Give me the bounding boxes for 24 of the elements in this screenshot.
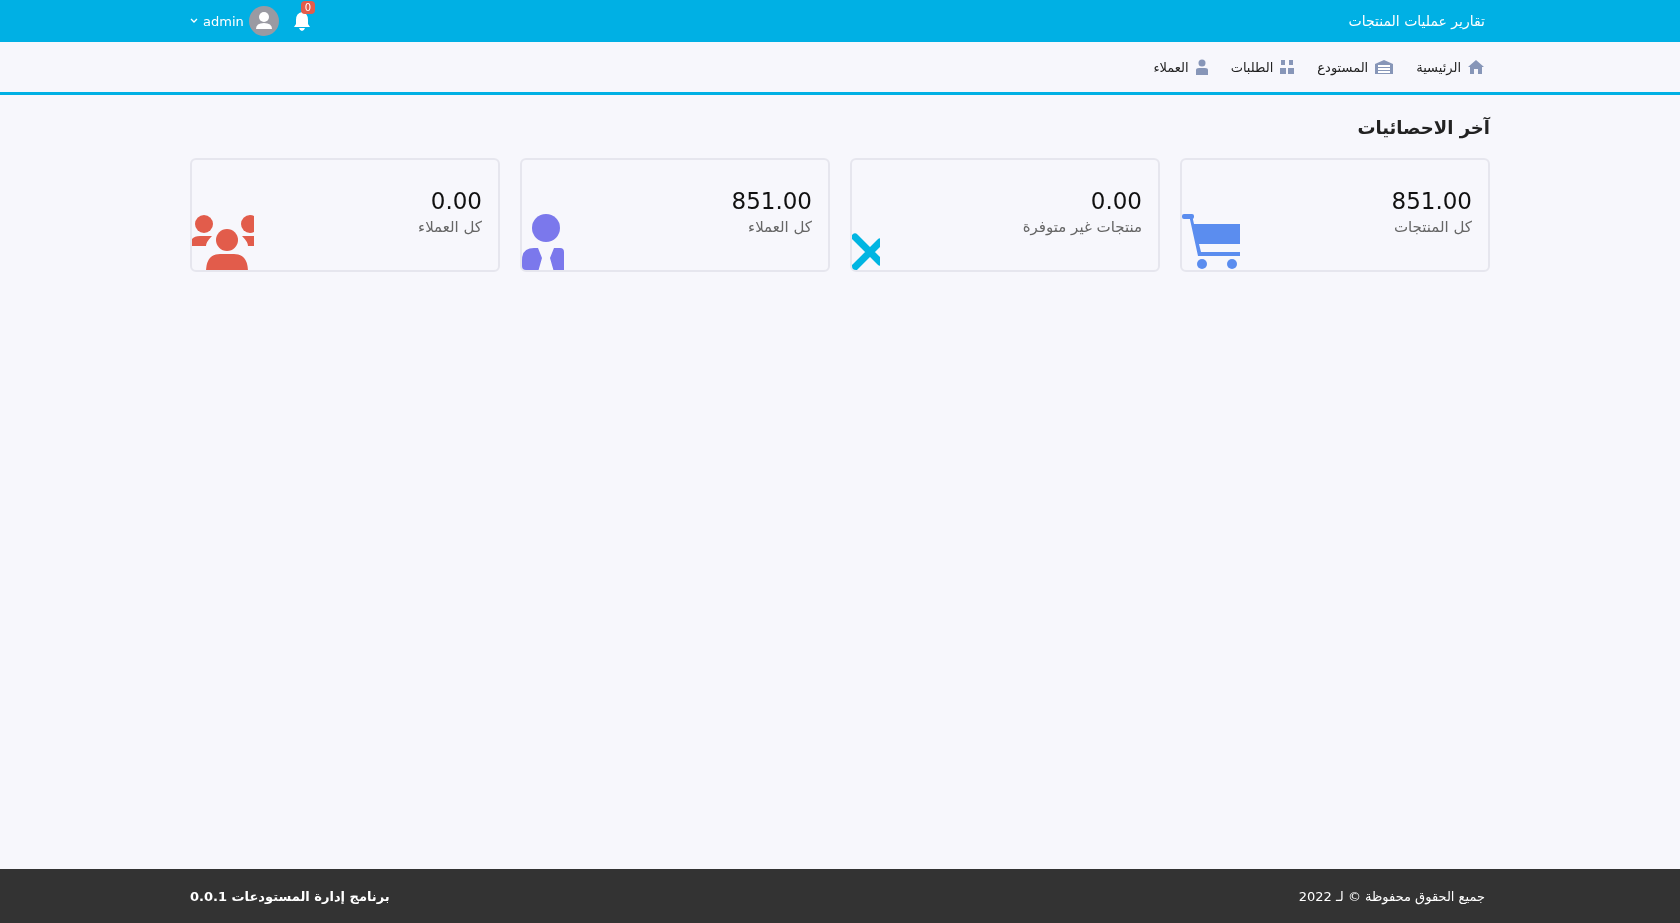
stat-label: كل المنتجات xyxy=(1392,218,1472,236)
stat-value: 851.00 xyxy=(1390,188,1472,214)
stat-label: منتجات غير متوفرة xyxy=(1021,218,1142,236)
caret-icon xyxy=(190,18,198,24)
version-text: برنامج إدارة المستودعات 0.0.1 xyxy=(190,888,390,904)
nav-link[interactable]: العملاء xyxy=(1153,59,1209,75)
boxes-icon xyxy=(1279,59,1296,75)
stat-label: كل العملاء xyxy=(417,218,482,236)
stat-label: كل العملاء xyxy=(747,218,812,236)
bell-icon[interactable] xyxy=(292,11,311,31)
notification-count: 0 xyxy=(300,1,316,14)
nav-link[interactable]: الرئيسية xyxy=(1416,59,1485,75)
warehouse-icon xyxy=(1374,59,1395,75)
stat-value: 0.00 xyxy=(1089,188,1142,214)
home-icon xyxy=(1467,59,1485,75)
user-icon xyxy=(1194,59,1209,75)
nav-link[interactable]: المستودع xyxy=(1317,59,1395,75)
stat-value: 0.00 xyxy=(429,188,482,214)
stat-value: 851.00 xyxy=(730,188,812,214)
avatar-icon xyxy=(248,6,279,36)
app-title: تقارير عمليات المنتجات xyxy=(1348,13,1485,29)
nav-link[interactable]: الطلبات xyxy=(1230,59,1296,75)
copyright-text: جميع الحقوق محفوظة © لـ 2022 xyxy=(1298,888,1485,904)
section-title: آخر الاحصائيات xyxy=(1356,117,1490,138)
